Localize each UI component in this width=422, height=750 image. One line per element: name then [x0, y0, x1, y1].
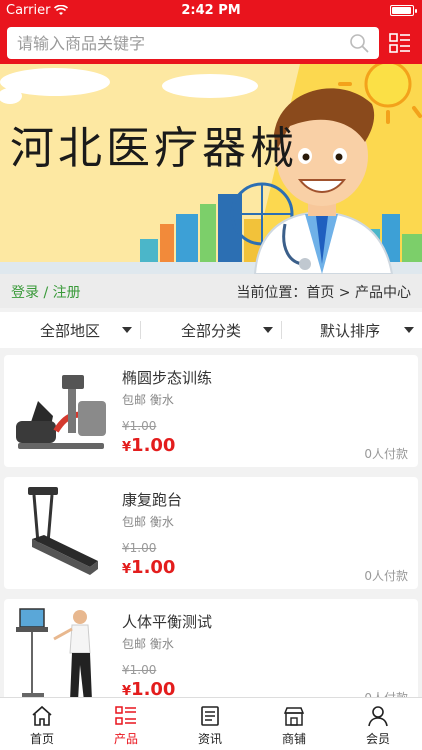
chevron-down-icon — [263, 327, 273, 333]
filter-category-label: 全部分类 — [181, 322, 242, 340]
filter-sort-label: 默认排序 — [320, 322, 381, 340]
battery-icon — [390, 5, 417, 16]
clock: 2:42 PM — [181, 3, 241, 18]
tab-label: 会员 — [365, 732, 390, 746]
product-tags: 包邮 衡水 — [122, 515, 174, 529]
filter-bar: 全部地区 全部分类 默认排序 — [0, 312, 422, 348]
product-image — [8, 483, 114, 583]
news-icon — [201, 706, 219, 726]
sale-price: ¥1.00 — [122, 557, 175, 578]
search-input[interactable] — [17, 31, 337, 55]
tab-label: 资讯 — [197, 732, 222, 746]
search-icon[interactable] — [349, 33, 369, 53]
category-menu-icon[interactable] — [388, 31, 412, 55]
price-value: 1.00 — [131, 435, 176, 456]
price-value: 1.00 — [131, 557, 176, 578]
product-image — [8, 361, 114, 461]
tab-label: 产品 — [113, 732, 138, 746]
login-register-link[interactable]: 登录 / 注册 — [11, 282, 81, 302]
tab-products[interactable]: 产品 — [84, 698, 168, 750]
home-icon — [32, 705, 52, 726]
user-icon — [368, 706, 388, 727]
chevron-down-icon — [122, 327, 132, 333]
bottom-tab-bar: 首页 产品 资讯 商铺 会员 — [0, 697, 422, 750]
product-name[interactable]: 人体平衡测试 — [122, 611, 212, 632]
filter-sort[interactable]: 默认排序 — [282, 312, 422, 348]
chevron-down-icon — [404, 327, 414, 333]
paid-count: 0人付款 — [364, 447, 408, 461]
currency-symbol: ¥ — [122, 440, 132, 455]
currency-symbol: ¥ — [122, 562, 132, 577]
shop-icon — [283, 707, 305, 726]
top-header: Carrier 2:42 PM — [0, 0, 422, 64]
list-icon — [115, 706, 136, 725]
product-card[interactable]: 康复跑台 包邮 衡水 ¥1.00 ¥1.00 0人付款 — [4, 477, 418, 589]
tab-label: 首页 — [29, 732, 54, 746]
location-bar: 登录 / 注册 当前位置：首页 > 产品中心 — [0, 274, 422, 308]
tab-member[interactable]: 会员 — [336, 698, 420, 750]
filter-region[interactable]: 全部地区 — [0, 312, 141, 348]
original-price: ¥1.00 — [122, 663, 157, 677]
product-image — [8, 605, 114, 705]
tab-label: 商铺 — [281, 732, 306, 746]
tab-news[interactable]: 资讯 — [168, 698, 252, 750]
product-name[interactable]: 椭圆步态训练 — [122, 367, 212, 388]
breadcrumb: 当前位置：首页 > 产品中心 — [236, 285, 411, 301]
original-price: ¥1.00 — [122, 419, 157, 433]
status-bar: Carrier 2:42 PM — [0, 0, 422, 22]
product-name[interactable]: 康复跑台 — [122, 489, 182, 510]
product-tags: 包邮 衡水 — [122, 637, 174, 651]
filter-region-label: 全部地区 — [40, 322, 101, 340]
paid-count: 0人付款 — [364, 569, 408, 583]
tab-home[interactable]: 首页 — [0, 698, 84, 750]
tab-shop[interactable]: 商铺 — [252, 698, 336, 750]
product-card[interactable]: 椭圆步态训练 包邮 衡水 ¥1.00 ¥1.00 0人付款 — [4, 355, 418, 467]
promo-banner[interactable]: 河北医疗器械 — [0, 64, 422, 274]
banner-title: 河北医疗器械 — [10, 123, 298, 174]
sale-price: ¥1.00 — [122, 435, 175, 456]
product-card[interactable]: 人体平衡测试 包邮 衡水 ¥1.00 ¥1.00 0人付款 — [4, 599, 418, 711]
filter-category[interactable]: 全部分类 — [141, 312, 282, 348]
original-price: ¥1.00 — [122, 541, 157, 555]
search-box[interactable] — [7, 27, 379, 59]
product-tags: 包邮 衡水 — [122, 393, 174, 407]
